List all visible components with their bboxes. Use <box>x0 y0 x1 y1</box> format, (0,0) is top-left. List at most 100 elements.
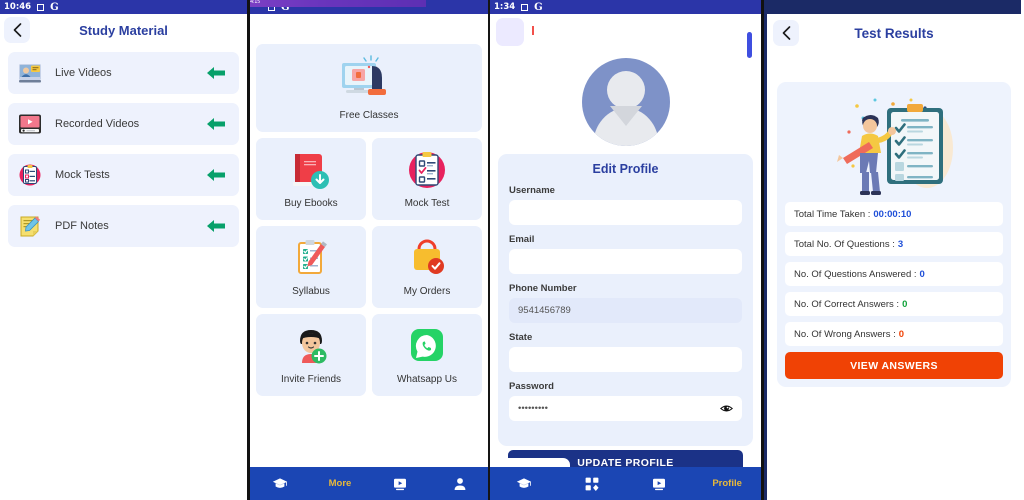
green-arrow-icon[interactable] <box>203 166 229 184</box>
green-arrow-icon[interactable] <box>203 217 229 235</box>
list-item-recorded-videos[interactable]: Recorded Videos <box>8 103 239 145</box>
nav-item-courses[interactable] <box>490 476 558 492</box>
status-bar: 1:34 G <box>490 0 761 14</box>
stat-value: 0 <box>902 298 908 310</box>
list-item-live-videos[interactable]: Live Videos <box>8 52 239 94</box>
grid-row-2: Syllabus My Orders <box>256 226 482 308</box>
avatar-container <box>490 58 761 146</box>
ebook-download-icon <box>293 154 329 189</box>
username-input[interactable] <box>509 200 742 225</box>
default-avatar-icon[interactable] <box>581 58 670 146</box>
green-arrow-icon[interactable] <box>203 115 229 133</box>
view-answers-button[interactable]: VIEW ANSWERS <box>785 352 1003 379</box>
tile-label: Syllabus <box>292 286 330 297</box>
multi-panel-screenshot: 10:46 G Study Material Live Videos Recor… <box>0 0 1024 500</box>
tile-buy-ebooks[interactable]: Buy Ebooks <box>256 138 366 220</box>
tile-whatsapp-us[interactable]: Whatsapp Us <box>372 314 482 396</box>
tile-label: Whatsapp Us <box>396 374 458 385</box>
feature-grid: Free Classes Buy Ebooks Mock Test Syllab… <box>250 40 488 396</box>
bottom-navigation: Profile <box>490 467 761 500</box>
app-bar <box>490 14 761 58</box>
nav-item-apps[interactable] <box>558 476 626 492</box>
state-label: State <box>509 332 533 343</box>
phone-input[interactable]: 9541456789 <box>509 298 742 323</box>
email-label: Email <box>509 234 535 245</box>
tile-free-classes[interactable]: Free Classes <box>256 44 482 132</box>
checklist-person-icon <box>837 98 953 200</box>
invite-friend-icon <box>300 330 327 364</box>
nav-item-profile[interactable]: Profile <box>693 478 761 489</box>
nav-item-label: Profile <box>712 478 742 489</box>
page-title: Study Material <box>79 22 168 38</box>
password-label: Password <box>509 381 554 392</box>
list-item-label: PDF Notes <box>55 220 109 232</box>
results-hero <box>785 90 1003 202</box>
stat-label: No. Of Questions Answered : <box>794 268 917 280</box>
eye-icon[interactable] <box>720 402 733 415</box>
shopping-bag-icon <box>414 239 444 274</box>
password-input[interactable]: ••••••••• <box>518 403 548 414</box>
list-item-label: Recorded Videos <box>55 118 140 130</box>
green-arrow-icon[interactable] <box>203 64 229 82</box>
tile-invite-friends[interactable]: Invite Friends <box>256 314 366 396</box>
status-bar: 10:46 G <box>0 0 247 14</box>
stat-label: Total Time Taken : <box>794 208 871 220</box>
panel-test-results: Test Results Total Time Taken: 00:00:10… <box>764 0 1021 500</box>
whatsapp-icon <box>411 329 443 361</box>
avatar-head <box>606 71 645 109</box>
app-bar: Test Results <box>767 14 1021 52</box>
stat-row: Total No. Of Questions : 3 <box>785 232 1003 256</box>
video-screen-icon <box>653 478 666 490</box>
nav-item-profile[interactable] <box>430 476 488 492</box>
results-card: Total Time Taken : 00:00:10 Total No. Of… <box>777 82 1011 387</box>
avatar-notch <box>609 106 642 126</box>
google-icon: G <box>50 1 59 13</box>
grid-row-3: Invite Friends Whatsapp Us <box>256 314 482 396</box>
tile-mock-test[interactable]: Mock Test <box>372 138 482 220</box>
list-item-mock-tests[interactable]: Mock Tests <box>8 154 239 196</box>
panel-home-grid: 4:15 G Free Classes Buy Ebooks Mock Test… <box>250 0 490 500</box>
back-button[interactable] <box>4 17 30 43</box>
nav-notch <box>490 458 570 467</box>
bottom-navigation: More <box>250 467 488 500</box>
panel-edit-profile: 1:34 G Edit Profile Username Email Phone… <box>490 0 764 500</box>
back-button[interactable] <box>773 20 799 46</box>
password-field-row: ••••••••• <box>509 396 742 421</box>
nav-notch <box>324 459 386 467</box>
tile-label: My Orders <box>403 286 451 297</box>
stat-label: No. Of Wrong Answers : <box>794 328 896 340</box>
email-input[interactable] <box>509 249 742 274</box>
form-title: Edit Profile <box>592 162 659 176</box>
nav-item-videos[interactable] <box>626 476 694 492</box>
nav-item-videos[interactable] <box>370 476 430 492</box>
study-material-list: Live Videos Recorded Videos Mock Tests P… <box>0 46 247 247</box>
pdf-notes-icon <box>20 216 41 237</box>
nav-item-more[interactable]: More <box>310 478 370 489</box>
list-item-pdf-notes[interactable]: PDF Notes <box>8 205 239 247</box>
stat-value: 0 <box>919 268 925 280</box>
stat-row: No. Of Correct Answers : 0 <box>785 292 1003 316</box>
square-icon <box>37 3 45 11</box>
stat-label: Total No. Of Questions : <box>794 238 895 250</box>
edit-profile-form: Edit Profile Username Email Phone Number… <box>498 154 753 446</box>
graduation-cap-icon <box>272 477 288 488</box>
grid-2x2-icon[interactable] <box>496 18 524 46</box>
tile-my-orders[interactable]: My Orders <box>372 226 482 308</box>
google-icon: G <box>534 1 543 13</box>
live-video-icon <box>19 64 41 83</box>
app-bar <box>250 14 488 40</box>
tile-label: Free Classes <box>339 110 399 121</box>
scrollbar-thumb[interactable] <box>747 32 752 58</box>
nav-item-label: More <box>328 478 352 489</box>
status-time: 10:46 <box>4 2 32 12</box>
nav-item-courses[interactable] <box>250 476 310 492</box>
panel-study-material: 10:46 G Study Material Live Videos Recor… <box>0 0 250 500</box>
stat-row: Total Time Taken : 00:00:10 <box>785 202 1003 226</box>
app-bar: Study Material <box>0 14 247 46</box>
grid-row-1: Buy Ebooks Mock Test <box>256 138 482 220</box>
tile-syllabus[interactable]: Syllabus <box>256 226 366 308</box>
graduation-cap-icon <box>516 477 532 488</box>
list-item-label: Mock Tests <box>55 169 110 181</box>
overlay-status-time: 4:15 <box>250 0 261 5</box>
state-input[interactable] <box>509 347 742 372</box>
